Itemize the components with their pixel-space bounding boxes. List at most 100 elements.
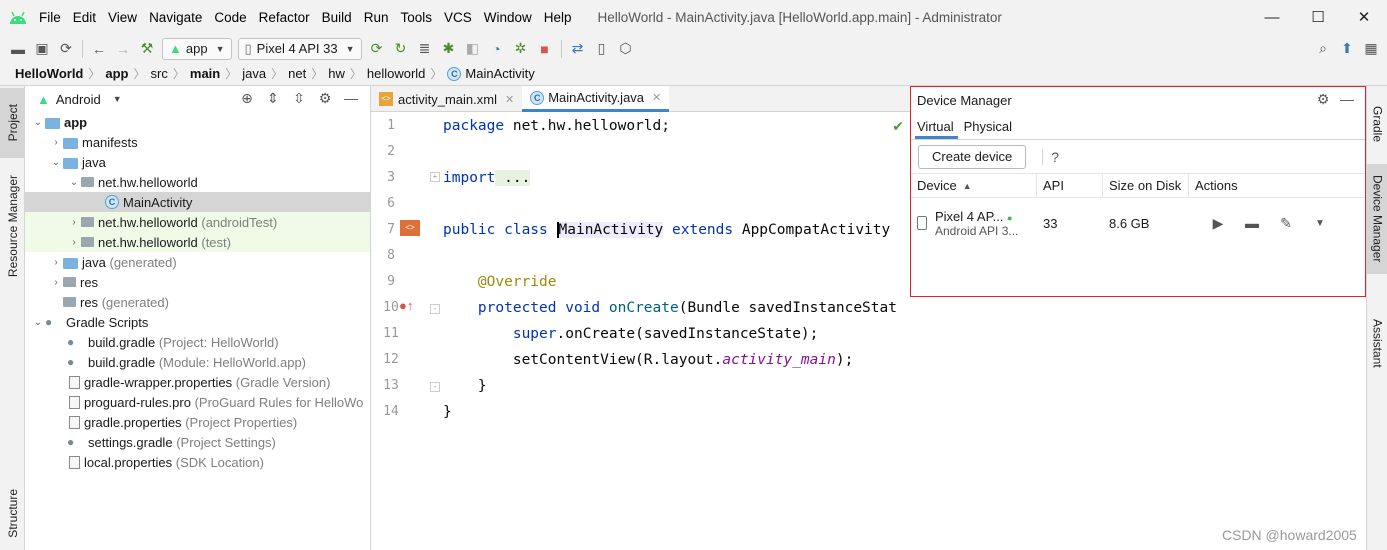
hide-icon[interactable]: —: [338, 90, 364, 107]
menu-file[interactable]: File: [33, 10, 67, 25]
collapse-all-icon[interactable]: ⇳: [286, 90, 312, 107]
close-button[interactable]: ✕: [1341, 0, 1387, 35]
tree-item[interactable]: gradle.properties (Project Properties): [25, 412, 370, 432]
chevron-down-icon[interactable]: ▼: [1303, 218, 1337, 229]
chevron-right-icon[interactable]: ›: [67, 237, 81, 248]
menu-build[interactable]: Build: [316, 10, 358, 25]
close-icon[interactable]: ✕: [505, 93, 514, 106]
chevron-down-icon[interactable]: ▼: [113, 94, 122, 104]
back-arrow-icon[interactable]: ←: [87, 38, 111, 60]
menu-navigate[interactable]: Navigate: [143, 10, 208, 25]
search-icon[interactable]: ⌕: [1311, 38, 1335, 60]
chevron-right-icon[interactable]: ›: [49, 137, 63, 148]
tree-item[interactable]: proguard-rules.pro (ProGuard Rules for H…: [25, 392, 370, 412]
apply-changes-icon[interactable]: ⟳: [365, 38, 389, 60]
update-icon[interactable]: ⬆: [1335, 38, 1359, 60]
tab-virtual[interactable]: Virtual: [915, 119, 958, 139]
breadcrumb-item[interactable]: MainActivity: [465, 66, 534, 81]
menu-view[interactable]: View: [102, 10, 143, 25]
breadcrumb-item[interactable]: app: [105, 66, 128, 81]
hide-icon[interactable]: —: [1335, 91, 1359, 108]
fold-icon[interactable]: -: [430, 304, 440, 314]
hammer-build-icon[interactable]: ⚒: [135, 38, 159, 60]
breadcrumb-item[interactable]: src: [151, 66, 168, 81]
debug-bug-icon[interactable]: ✱: [437, 38, 461, 60]
tab-main-activity-java[interactable]: C MainActivity.java ✕: [522, 86, 670, 112]
menu-code[interactable]: Code: [208, 10, 252, 25]
help-icon[interactable]: ?: [1042, 148, 1059, 165]
save-icon[interactable]: ▣: [30, 38, 54, 60]
chevron-right-icon[interactable]: ›: [49, 277, 63, 288]
tree-item[interactable]: ⌄ net.hw.helloworld: [25, 172, 370, 192]
device-manager-icon[interactable]: ▯: [590, 38, 614, 60]
device-manager-tool-tab[interactable]: Device Manager: [1367, 164, 1387, 274]
no-problems-check-icon[interactable]: ✔: [892, 118, 904, 135]
create-device-button[interactable]: Create device: [918, 144, 1027, 169]
logcat-icon[interactable]: ≣: [413, 38, 437, 60]
breadcrumb-item[interactable]: hw: [328, 66, 345, 81]
menu-window[interactable]: Window: [478, 10, 538, 25]
tree-item[interactable]: › res: [25, 272, 370, 292]
chevron-right-icon[interactable]: ›: [49, 257, 63, 268]
locate-icon[interactable]: ⊕: [234, 90, 260, 107]
profile-icon[interactable]: ◔: [485, 38, 509, 60]
menu-run[interactable]: Run: [358, 10, 395, 25]
tree-item[interactable]: res (generated): [25, 292, 370, 312]
menu-help[interactable]: Help: [538, 10, 578, 25]
chevron-down-icon[interactable]: ⌄: [31, 117, 45, 128]
apply-code-changes-icon[interactable]: ↻: [389, 38, 413, 60]
open-folder-icon[interactable]: ▬: [6, 38, 30, 60]
tree-item[interactable]: ● build.gradle (Project: HelloWorld): [25, 332, 370, 352]
breadcrumb-item[interactable]: java: [242, 66, 266, 81]
project-tool-tab[interactable]: Project: [0, 88, 25, 158]
play-icon[interactable]: ▶: [1201, 215, 1235, 232]
chevron-down-icon[interactable]: ⌄: [49, 157, 63, 168]
column-api[interactable]: API: [1037, 173, 1103, 198]
menu-vcs[interactable]: VCS: [438, 10, 478, 25]
structure-tool-tab[interactable]: Structure: [0, 478, 25, 548]
override-marker-icon[interactable]: ●↑: [399, 298, 413, 313]
minimize-button[interactable]: —: [1249, 0, 1295, 35]
assistant-tool-tab[interactable]: Assistant: [1367, 308, 1387, 378]
tree-item[interactable]: gradle-wrapper.properties (Gradle Versio…: [25, 372, 370, 392]
attach-debugger-icon[interactable]: ◧: [461, 38, 485, 60]
tree-item[interactable]: ⌄ java: [25, 152, 370, 172]
menu-tools[interactable]: Tools: [394, 10, 438, 25]
menu-edit[interactable]: Edit: [67, 10, 102, 25]
device-row[interactable]: Pixel 4 AP... ● Android API 3... 33 8.6 …: [911, 198, 1365, 248]
tree-item[interactable]: › net.hw.helloworld (androidTest): [25, 212, 370, 232]
project-view-mode[interactable]: Android: [56, 92, 101, 107]
tree-item[interactable]: local.properties (SDK Location): [25, 452, 370, 472]
chevron-down-icon[interactable]: ⌄: [31, 317, 45, 328]
tree-item[interactable]: › net.hw.helloworld (test): [25, 232, 370, 252]
tree-item[interactable]: ● build.gradle (Module: HelloWorld.app): [25, 352, 370, 372]
tree-item[interactable]: ⌄ ● Gradle Scripts: [25, 312, 370, 332]
fold-icon[interactable]: -: [430, 382, 440, 392]
maximize-button[interactable]: ☐: [1295, 0, 1341, 35]
sdk-manager-icon[interactable]: ⬡: [614, 38, 638, 60]
tree-item[interactable]: › manifests: [25, 132, 370, 152]
tree-item[interactable]: ⌄ app: [25, 112, 370, 132]
settings-grid-icon[interactable]: ▦: [1359, 38, 1383, 60]
breadcrumb-item[interactable]: HelloWorld: [15, 66, 83, 81]
device-select[interactable]: ▯ Pixel 4 API 33 ▼: [237, 37, 362, 60]
expand-all-icon[interactable]: ⇕: [260, 90, 286, 107]
stop-icon[interactable]: ■: [533, 38, 557, 60]
column-device[interactable]: Device ▲: [911, 173, 1037, 198]
tree-item-selected[interactable]: C MainActivity: [25, 192, 370, 212]
close-icon[interactable]: ✕: [652, 91, 661, 104]
gradle-tool-tab[interactable]: Gradle: [1367, 94, 1387, 154]
breadcrumb-item[interactable]: net: [288, 66, 306, 81]
gear-icon[interactable]: ⚙: [1311, 91, 1335, 108]
chevron-right-icon[interactable]: ›: [67, 217, 81, 228]
breadcrumb-item[interactable]: helloworld: [367, 66, 426, 81]
sync-icon[interactable]: ⟳: [54, 38, 78, 60]
edit-pencil-icon[interactable]: ✎: [1269, 215, 1303, 232]
resource-manager-tool-tab[interactable]: Resource Manager: [0, 166, 25, 286]
breadcrumb-item[interactable]: main: [190, 66, 220, 81]
tab-physical[interactable]: Physical: [962, 119, 1016, 139]
attach-process-icon[interactable]: ✲: [509, 38, 533, 60]
layout-preview-icon[interactable]: <>: [400, 220, 420, 236]
fold-icon[interactable]: +: [430, 172, 440, 182]
column-size[interactable]: Size on Disk: [1103, 173, 1189, 198]
